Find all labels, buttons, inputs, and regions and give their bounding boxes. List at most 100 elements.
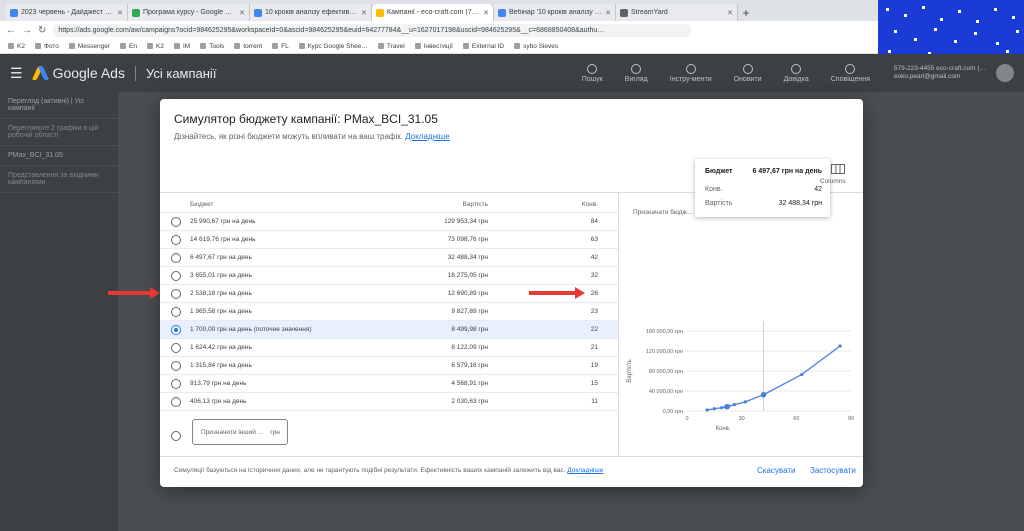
budget-option-row[interactable]: 14 619,76 грн на день 73 098,76 грн 63: [160, 230, 618, 248]
sidebar-item-charts[interactable]: Перегляньте 2 графіки в цій робочій обла…: [0, 119, 118, 146]
budget-option-row[interactable]: 1 624,42 грн на день 8 122,09 грн 21: [160, 338, 618, 356]
custom-budget-radio[interactable]: [171, 431, 181, 441]
browser-tab[interactable]: 2023 червень - Дайджест - … ✕: [6, 4, 128, 21]
header-tool-5[interactable]: Сповіщення: [831, 63, 870, 83]
tab-label: Програма курсу - Google Di…: [143, 9, 237, 16]
tab-label: Вебінар '10 кроків аналізу е…: [509, 9, 603, 16]
bookmark-item[interactable]: FL: [272, 43, 289, 50]
budget-radio[interactable]: [171, 253, 181, 263]
cancel-button[interactable]: Скасувати: [757, 466, 795, 475]
budget-value: 25 990,67 грн на день: [190, 218, 256, 225]
budget-radio[interactable]: [171, 271, 181, 281]
budget-option-row[interactable]: 6 497,67 грн на день 32 488,34 грн 42: [160, 248, 618, 266]
footer-learn-more-link[interactable]: Докладніше: [567, 467, 603, 474]
budget-option-row[interactable]: 25 990,67 грн на день 129 953,34 грн 84: [160, 212, 618, 230]
budget-option-row[interactable]: 3 655,01 грн на день 18 275,05 грн 32: [160, 266, 618, 284]
tab-close-icon[interactable]: ✕: [605, 9, 611, 17]
bookmark-item[interactable]: torrent: [234, 43, 262, 50]
google-ads-logo[interactable]: Google Ads: [33, 65, 125, 81]
sidebar-item-views[interactable]: Представлення за вхідними кампаніями: [0, 166, 118, 193]
budget-option-row[interactable]: 1 315,84 грн на день 6 579,16 грн 19: [160, 356, 618, 374]
budget-option-row[interactable]: 406,13 грн на день 2 030,63 грн 11: [160, 392, 618, 410]
conv-value: 63: [590, 236, 598, 243]
header-tool-0[interactable]: Пошук: [582, 63, 603, 83]
tool-label: Довідка: [783, 75, 809, 83]
header-conv: Конв.: [581, 201, 598, 208]
bookmarks-bar: K2 Фото Messenger En K2 IM Tools torrent FL Курс …: [0, 39, 1024, 54]
cost-conversions-chart[interactable]: 0,00 грн 40 000,00 грн 80 000,00 грн 120 00…: [619, 193, 864, 455]
cost-value: 4 568,91 грн: [451, 380, 488, 387]
budget-value: 913,79 грн на день: [190, 380, 247, 387]
budget-radio[interactable]: [171, 343, 181, 353]
budget-radio[interactable]: [171, 325, 181, 335]
apply-button[interactable]: Застосувати: [810, 466, 856, 475]
menu-icon[interactable]: ☰: [10, 65, 23, 82]
budget-radio[interactable]: [171, 397, 181, 407]
bookmark-item[interactable]: Tools: [200, 43, 224, 50]
url-field[interactable]: https://ads.google.com/aw/campaigns?ocid…: [52, 23, 693, 37]
conv-value: 15: [590, 380, 598, 387]
learn-more-link[interactable]: Докладніше: [405, 132, 449, 141]
browser-tab[interactable]: StreamYard ✕: [616, 4, 738, 21]
browser-tab[interactable]: Програма курсу - Google Di… ✕: [128, 4, 250, 21]
header-tool-2[interactable]: Інстру-менти: [670, 63, 712, 83]
dialog-subtitle: Дізнайтесь, як різні бюджети можуть впли…: [174, 132, 450, 141]
y-tick-label: 0,00 грн: [663, 409, 683, 415]
budget-radio[interactable]: [171, 289, 181, 299]
bookmark-item[interactable]: sybo Sleves: [514, 43, 558, 50]
data-point: [727, 404, 731, 408]
tab-close-icon[interactable]: ✕: [727, 9, 733, 17]
bookmark-item[interactable]: Курс Google Shee…: [299, 43, 368, 50]
bookmark-item[interactable]: Messenger: [69, 43, 110, 50]
y-tick-label: 80 000,00 грн: [649, 369, 683, 375]
new-tab-button[interactable]: +: [738, 5, 754, 21]
budget-value: 2 538,18 грн на день: [190, 290, 252, 297]
bookmark-item[interactable]: Travel: [378, 43, 405, 50]
bookmark-item[interactable]: External ID: [463, 43, 504, 50]
back-icon[interactable]: ←: [6, 25, 16, 36]
header-tool-4[interactable]: Довідка: [783, 63, 809, 83]
budget-radio[interactable]: [171, 307, 181, 317]
forward-icon[interactable]: →: [22, 25, 32, 36]
budget-option-row[interactable]: 1 965,58 грн на день 9 827,89 грн 23: [160, 302, 618, 320]
account-info[interactable]: 579-223-4455 eco-craft.com (… eoko.pearl…: [894, 65, 986, 81]
data-point: [743, 400, 747, 404]
bookmark-item[interactable]: K2: [147, 43, 164, 50]
custom-budget-input[interactable]: Призначити інший … грн: [192, 419, 288, 445]
tab-close-icon[interactable]: ✕: [361, 9, 367, 17]
budget-value: 1 315,84 грн на день: [190, 362, 252, 369]
data-point: [760, 391, 767, 398]
budget-radio[interactable]: [171, 235, 181, 245]
browser-tab[interactable]: Вебінар '10 кроків аналізу е… ✕: [494, 4, 616, 21]
header-tool-3[interactable]: Оновити: [734, 63, 762, 83]
budget-radio[interactable]: [171, 379, 181, 389]
conv-value: 11: [591, 398, 598, 405]
custom-budget-row[interactable]: Призначити інший … грн: [160, 410, 618, 450]
tab-favicon-icon: [376, 8, 384, 17]
budget-option-row[interactable]: 913,79 грн на день 4 568,91 грн 15: [160, 374, 618, 392]
bookmark-item[interactable]: K2: [8, 43, 25, 50]
tab-close-icon[interactable]: ✕: [117, 9, 123, 17]
sidebar-item-campaign[interactable]: PMax_BCI_31.05: [0, 146, 118, 166]
avatar[interactable]: [996, 64, 1014, 82]
budget-radio[interactable]: [171, 361, 181, 371]
tab-close-icon[interactable]: ✕: [239, 9, 245, 17]
sidebar-item-overview[interactable]: Перегляд (активні) | Усі кампанії: [0, 92, 118, 119]
cost-value: 129 953,34 грн: [444, 218, 488, 225]
bookmark-item[interactable]: En: [120, 43, 137, 50]
budget-value: 1 965,58 грн на день: [190, 308, 252, 315]
header-tool-1[interactable]: Вигляд: [625, 63, 648, 83]
browser-tab[interactable]: Кампанії - eco-craft.com (77… ✕: [372, 4, 494, 21]
tool-icon: [685, 63, 696, 74]
budget-radio[interactable]: [171, 217, 181, 227]
data-point: [800, 372, 804, 377]
budget-simulator-dialog: Симулятор бюджету кампанії: PMax_BCI_31.…: [160, 99, 863, 487]
browser-tab[interactable]: 10 кроків аналізу ефективно… ✕: [250, 4, 372, 21]
reload-icon[interactable]: ↻: [38, 25, 46, 36]
bookmark-item[interactable]: IM: [174, 43, 190, 50]
columns-icon[interactable]: [828, 162, 848, 178]
bookmark-item[interactable]: Фото: [35, 43, 59, 50]
budget-option-row[interactable]: 1 700,00 грн на день (поточне значення) 8…: [160, 320, 618, 338]
bookmark-item[interactable]: Інвестиції: [415, 43, 453, 50]
tab-close-icon[interactable]: ✕: [483, 9, 489, 17]
